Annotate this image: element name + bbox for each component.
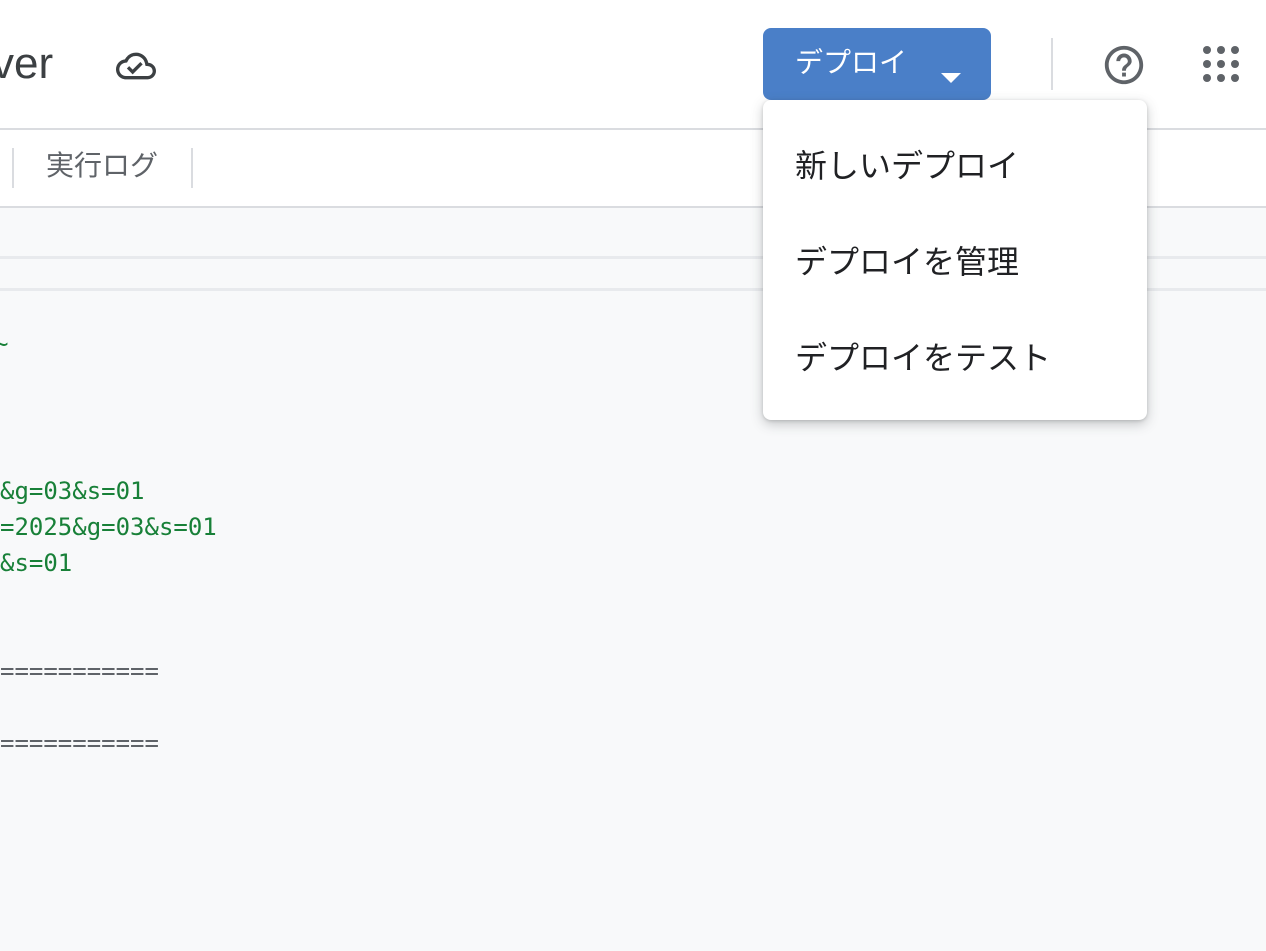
code-line: &g=03&s=01 <box>0 477 145 505</box>
header-divider <box>1051 38 1053 90</box>
deploy-button[interactable]: デプロイ <box>763 28 991 100</box>
menu-item-manage-deployments[interactable]: デプロイを管理 <box>763 212 1147 308</box>
caret-down-icon <box>939 58 963 83</box>
project-title[interactable]: ver <box>0 36 53 92</box>
deploy-menu: 新しいデプロイ デプロイを管理 デプロイをテスト <box>763 100 1147 420</box>
tab-execution-log[interactable]: 実行ログ <box>46 146 158 186</box>
menu-item-new-deployment[interactable]: 新しいデプロイ <box>763 116 1147 212</box>
code-line: &s=01 <box>0 549 73 577</box>
tab-separator <box>191 148 193 188</box>
code-line: ~ <box>0 330 9 358</box>
code-line: =========== <box>0 657 159 685</box>
code-line: =2025&g=03&s=01 <box>0 513 217 541</box>
deploy-button-label: デプロイ <box>795 46 908 79</box>
apps-script-editor: ver デプロイ 実行ログ ~ &g=03&s=01 =2025&g=03&s=… <box>0 0 1266 951</box>
menu-item-test-deployments[interactable]: デプロイをテスト <box>763 308 1147 404</box>
code-line: =========== <box>0 729 159 757</box>
tab-separator <box>12 148 14 188</box>
help-circle-icon[interactable] <box>1101 42 1147 88</box>
cloud-done-icon <box>116 46 156 86</box>
apps-grid-icon[interactable] <box>1201 44 1241 84</box>
